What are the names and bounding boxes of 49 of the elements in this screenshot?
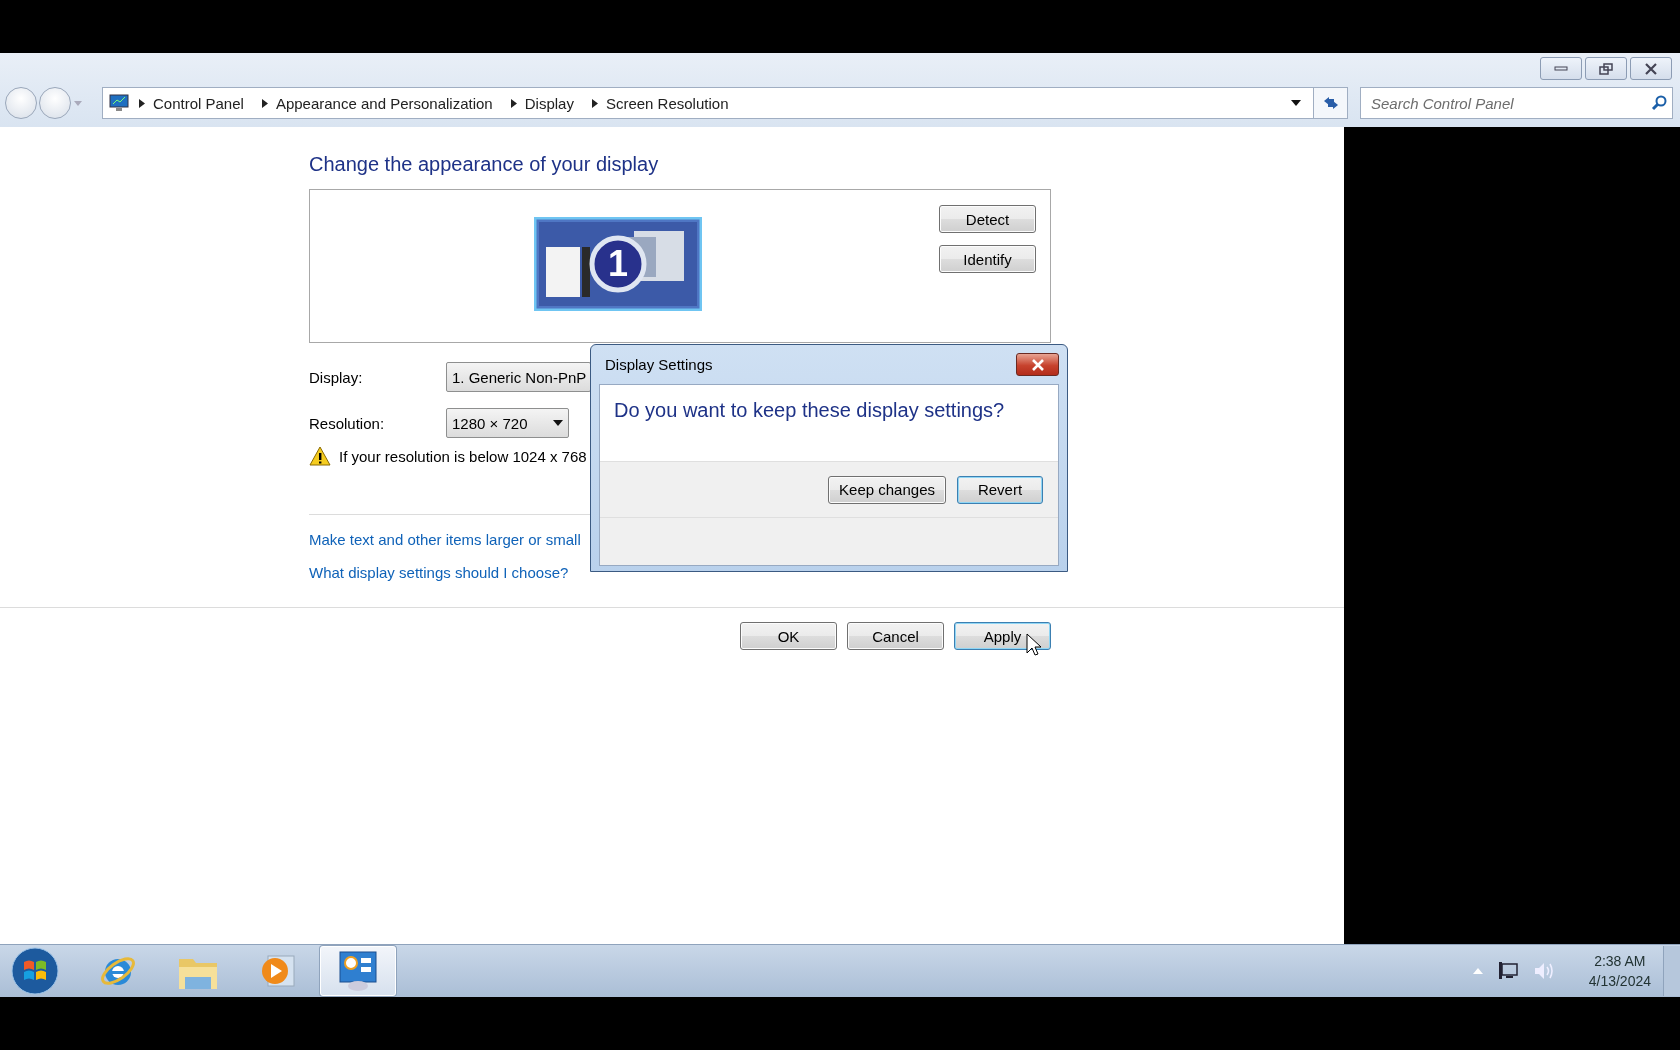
search-icon[interactable]: [1651, 95, 1667, 111]
breadcrumb-item[interactable]: Control Panel: [153, 94, 244, 112]
taskbar-app[interactable]: [320, 946, 396, 996]
dialog-button[interactable]: Revert: [957, 475, 1043, 504]
restore-icon: [1599, 62, 1613, 75]
dialog-button[interactable]: Apply: [954, 622, 1051, 650]
dropdown-arrow-icon[interactable]: [553, 420, 563, 426]
monitor-icon: [109, 94, 129, 112]
close-button[interactable]: [1016, 353, 1059, 376]
dialog-button[interactable]: Keep changes: [828, 475, 946, 504]
field-label: Display:: [309, 368, 364, 386]
field-label: Resolution:: [309, 414, 386, 432]
panel-button[interactable]: Detect: [939, 205, 1036, 233]
close-icon: [1644, 62, 1658, 75]
dialog-button[interactable]: Cancel: [847, 622, 944, 650]
dialog-button[interactable]: OK: [740, 622, 837, 650]
search-field[interactable]: Search Control Panel: [1360, 87, 1673, 119]
control-panel-icon[interactable]: [337, 950, 379, 992]
minimize-button[interactable]: [1540, 57, 1582, 80]
clock-date: 4/13/2024: [1588, 972, 1651, 991]
warning-text: If your resolution is below 1024 x 768: [339, 447, 587, 465]
clock-time: 2:38 AM: [1593, 952, 1647, 971]
warning-icon: [309, 446, 331, 466]
chevron-icon[interactable]: [591, 98, 598, 108]
panel-button[interactable]: Identify: [939, 245, 1036, 273]
close-button[interactable]: [1630, 57, 1672, 80]
clock[interactable]: 2:38 AM 4/13/2024: [1588, 951, 1651, 991]
restore-button[interactable]: [1585, 57, 1627, 80]
chevron-icon[interactable]: [261, 98, 268, 108]
minimize-icon: [1554, 65, 1568, 72]
dialog-message: Do you want to keep these display settings?: [613, 398, 1006, 423]
help-link[interactable]: Make text and other items larger or small: [309, 531, 581, 548]
chevron-icon[interactable]: [139, 98, 145, 108]
dialog-title: Display Settings: [605, 356, 713, 373]
breadcrumb-item[interactable]: Screen Resolution: [605, 94, 729, 112]
monitor-drawing[interactable]: 1: [534, 217, 702, 311]
start-button[interactable]: [10, 946, 60, 996]
display-dropdown[interactable]: 1. Generic Non-PnP: [446, 362, 591, 392]
cursor-icon: [1026, 633, 1042, 657]
close-icon: [1030, 358, 1045, 371]
refresh-button[interactable]: [1314, 87, 1348, 119]
dropdown-arrow-icon[interactable]: [1291, 100, 1301, 106]
breadcrumb-item[interactable]: Appearance and Personalization: [275, 94, 493, 112]
help-link[interactable]: What display settings should I choose?: [309, 564, 569, 581]
resolution-dropdown[interactable]: 1280 × 720: [446, 408, 569, 438]
page-heading: Change the appearance of your display: [309, 153, 660, 176]
network-icon[interactable]: [1496, 961, 1519, 981]
breadcrumb-item[interactable]: Display: [524, 94, 574, 112]
chevron-icon[interactable]: [510, 98, 517, 108]
